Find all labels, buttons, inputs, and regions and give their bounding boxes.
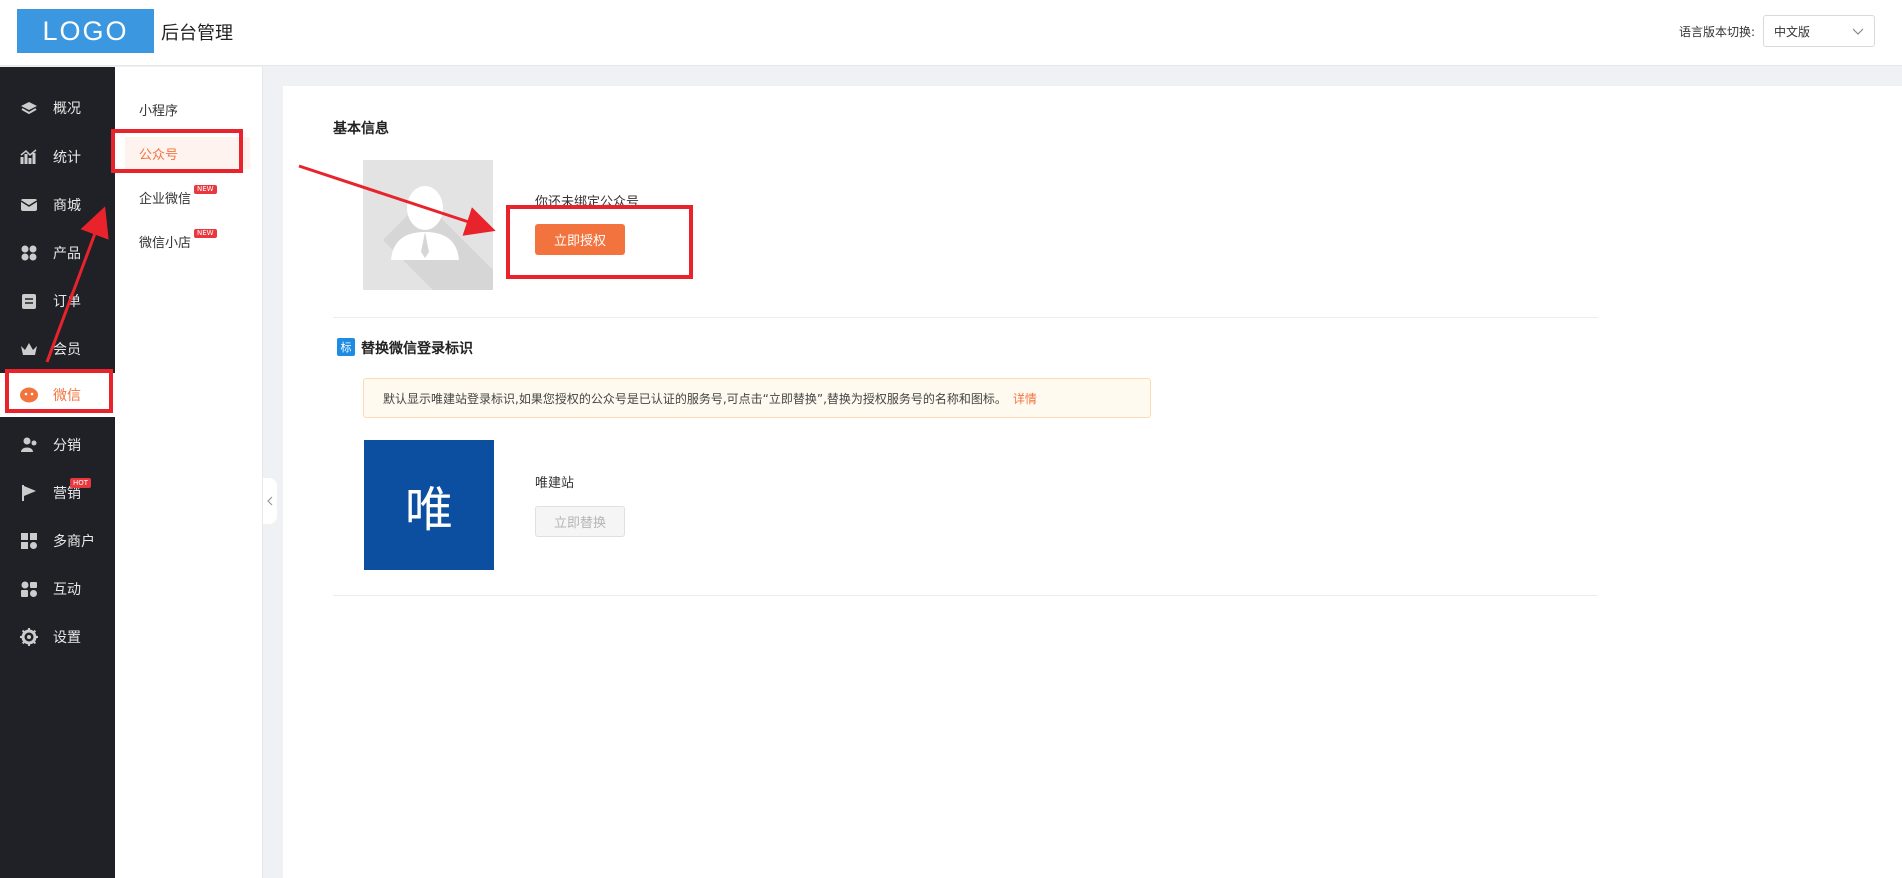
sidebar-item-multi-merchant[interactable]: 多商户 [0,519,115,563]
notice-banner: 默认显示唯建站登录标识,如果您授权的公众号是已认证的服务号,可点击“立即替换”,… [363,378,1151,418]
mail-icon [19,195,39,215]
interact-icon [19,579,39,599]
divider [333,317,1598,318]
submenu-item-label: 公众号 [139,147,179,163]
tag-icon: 标 [337,338,355,356]
brand-name: 唯建站 [535,476,575,491]
user-silhouette-icon [383,186,493,290]
site-title: 后台管理 [161,23,233,44]
submenu-item-wechat-store[interactable]: 微信小店 NEW [125,225,250,257]
submenu-item-label: 微信小店 [139,235,192,251]
wechat-submenu: 小程序 公众号 企业微信 NEW 微信小店 NEW [115,67,263,878]
gear-icon [19,627,39,647]
notice-detail-link[interactable]: 详情 [1013,390,1037,407]
brand-logo-tile: 唯 [364,440,494,570]
sidebar-item-products[interactable]: 产品 [0,231,115,275]
sidebar-item-label: 多商户 [53,534,95,550]
sidebar-item-distribution[interactable]: 分销 [0,423,115,467]
sidebar-item-label: 产品 [53,246,81,262]
language-select-value: 中文版 [1774,24,1811,39]
sidebar-item-statistics[interactable]: 统计 [0,135,115,179]
layers-icon [19,98,39,118]
sidebar-item-label: 微信 [53,388,81,404]
sidebar-item-orders[interactable]: 订单 [0,279,115,323]
crown-icon [19,339,39,359]
unbound-status-text: 你还未绑定公众号 [535,195,640,210]
replace-button[interactable]: 立即替换 [535,506,625,537]
main-content: 基本信息 你还未绑定公众号 立即授权 标 替换微信登录标识 默认显示唯建站登录标… [283,86,1902,878]
flag-icon [19,483,39,503]
new-badge: NEW [194,229,217,238]
wechat-icon [19,385,39,405]
sidebar-item-label: 订单 [53,294,81,310]
sidebar-item-overview[interactable]: 概况 [0,86,115,130]
submenu-item-label: 企业微信 [139,191,192,207]
authorize-button[interactable]: 立即授权 [535,224,625,255]
grid-icon [19,243,39,263]
replace-login-mark-title: 替换微信登录标识 [361,341,473,357]
sidebar-item-mall[interactable]: 商城 [0,183,115,227]
sidebar-item-label: 设置 [53,630,81,646]
hot-badge: HOT [70,478,92,488]
sidebar-item-label: 商城 [53,198,81,214]
sidebar-item-marketing[interactable]: 营销 HOT [0,471,115,515]
submenu-item-enterprise-wechat[interactable]: 企业微信 NEW [125,181,250,213]
notice-text: 默认显示唯建站登录标识,如果您授权的公众号是已认证的服务号,可点击“立即替换”,… [383,391,1007,406]
submenu-item-official-account[interactable]: 公众号 [125,137,250,169]
divider [333,595,1598,596]
top-header: LOGO 后台管理 语言版本切换: 中文版 [0,0,1902,66]
sidebar-item-label: 互动 [53,582,81,598]
new-badge: NEW [194,185,217,194]
basic-info-title: 基本信息 [333,121,389,137]
logo[interactable]: LOGO [17,9,154,53]
sidebar: 概况 统计 商城 产品 订单 会员 微信 分销 营销 HOT 多商户 互动 设置 [0,67,115,878]
sidebar-item-label: 统计 [53,150,81,166]
language-switch-label: 语言版本切换: [1679,25,1756,39]
store-icon [19,531,39,551]
sidebar-item-members[interactable]: 会员 [0,327,115,371]
chevron-left-icon [267,496,273,506]
chart-icon [19,147,39,167]
account-avatar-placeholder [363,160,493,290]
submenu-item-mini-program[interactable]: 小程序 [125,93,250,125]
sidebar-item-settings[interactable]: 设置 [0,615,115,659]
sidebar-item-wechat[interactable]: 微信 [0,373,115,417]
sidebar-item-label: 分销 [53,438,81,454]
users-icon [19,435,39,455]
submenu-item-label: 小程序 [139,103,179,119]
language-select[interactable]: 中文版 [1763,15,1875,47]
sidebar-item-interaction[interactable]: 互动 [0,567,115,611]
collapse-submenu-button[interactable] [263,478,277,524]
sidebar-item-label: 会员 [53,342,81,358]
chevron-down-icon [1852,28,1864,35]
clipboard-icon [19,291,39,311]
sidebar-item-label: 概况 [53,101,81,117]
